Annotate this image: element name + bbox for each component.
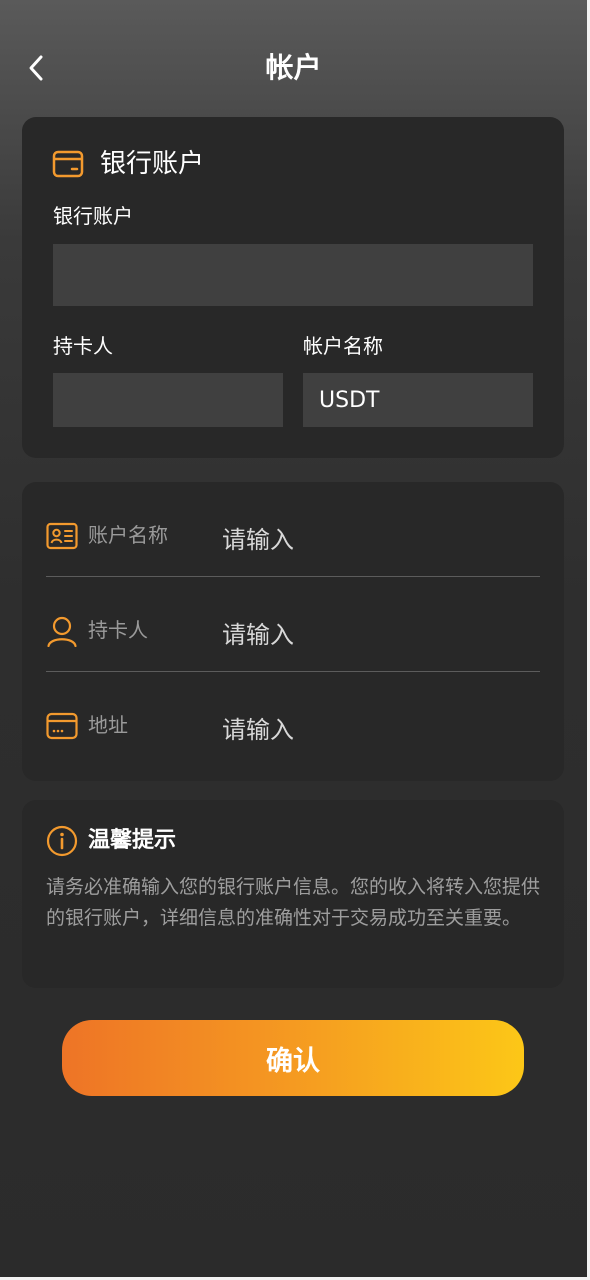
page: 帐户 银行账户 银行账户 持卡人 帐户名称 USDT 账户名称 请输入 持卡人 … <box>0 0 590 1280</box>
holder-label: 持卡人 <box>53 334 113 358</box>
account-name-input[interactable] <box>303 373 533 427</box>
account-name-label: 帐户名称 <box>303 334 383 358</box>
bank-account-card: 银行账户 银行账户 持卡人 帐户名称 <box>22 117 564 458</box>
tips-text: 请务必准确输入您的银行账户信息。您的收入将转入您提供的银行账户，详细信息的准确性… <box>46 876 541 929</box>
form-row-account-name: 账户名称 <box>46 482 540 576</box>
user-icon <box>47 616 77 647</box>
id-card-icon <box>46 522 78 550</box>
account-form-card: 账户名称 持卡人 地址 <box>22 482 564 781</box>
form-row-address: 地址 <box>46 672 540 766</box>
wallet-icon <box>52 150 84 178</box>
tips-header: 温馨提示 <box>46 824 176 858</box>
bank-card-header: 银行账户 <box>52 147 204 181</box>
holder-row-label: 持卡人 <box>88 618 148 642</box>
page-title: 帐户 <box>265 51 322 84</box>
holder-field[interactable] <box>222 615 522 655</box>
account-name-row-label: 账户名称 <box>88 523 168 547</box>
account-name-field[interactable] <box>222 520 522 560</box>
address-row-label: 地址 <box>88 713 128 737</box>
bank-account-label: 银行账户 <box>53 204 133 228</box>
address-field[interactable] <box>222 710 522 750</box>
holder-input[interactable] <box>53 373 283 427</box>
tips-title: 温馨提示 <box>88 828 177 853</box>
confirm-button[interactable]: 确认 <box>62 1020 524 1096</box>
tips-card: 温馨提示 请务必准确输入您的银行账户信息。您的收入将转入您提供的银行账户，详细信… <box>22 800 564 988</box>
info-icon <box>46 825 78 857</box>
bank-account-input[interactable] <box>53 244 533 306</box>
header: 帐户 <box>0 40 587 96</box>
bank-card-title: 银行账户 <box>100 149 205 179</box>
card-icon <box>46 712 78 740</box>
form-row-holder: 持卡人 <box>46 577 540 671</box>
